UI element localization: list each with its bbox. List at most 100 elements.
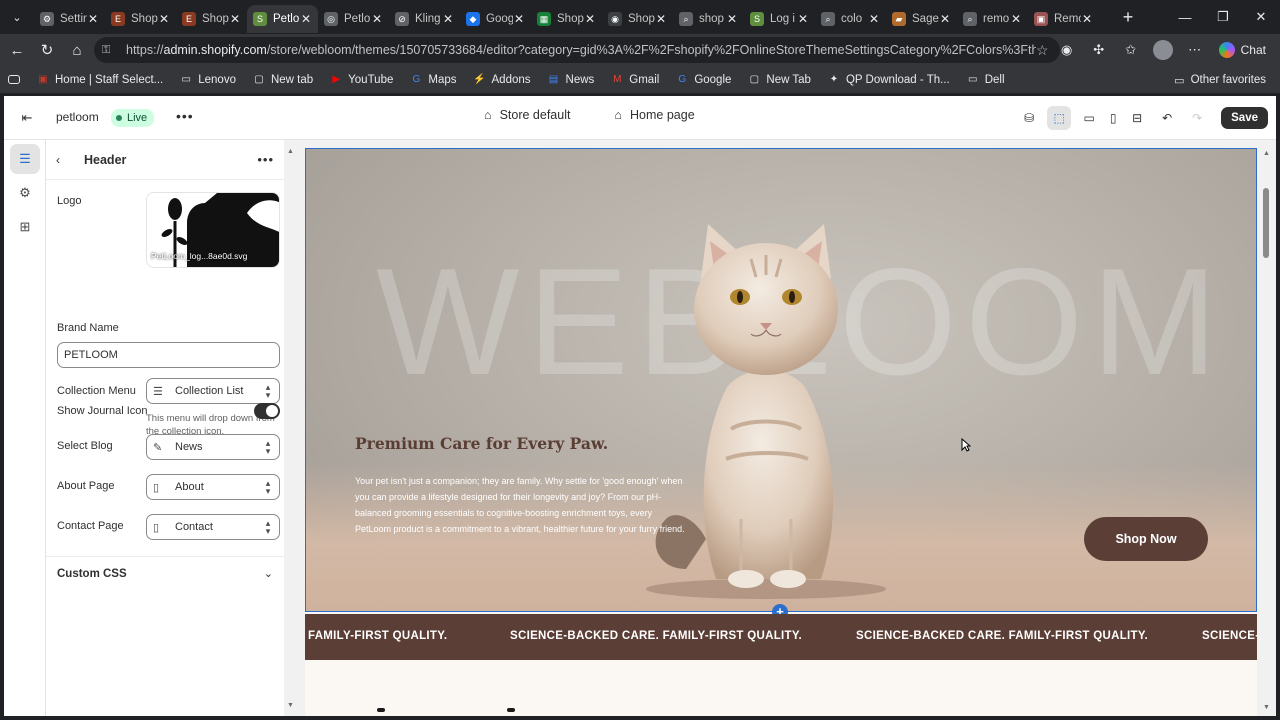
bookmark-item[interactable]: M Gmail xyxy=(602,73,667,87)
desktop-view-icon[interactable]: ▭ xyxy=(1077,106,1101,130)
extensions-icon[interactable]: ✣ xyxy=(1085,37,1113,63)
undo-icon[interactable]: ↶ xyxy=(1155,106,1179,130)
browser-tab[interactable]: ◆ Goog ✕ xyxy=(460,5,531,33)
mobile-view-icon[interactable]: ▯ xyxy=(1101,106,1125,130)
extension-color-icon[interactable]: ◉ xyxy=(1053,37,1081,63)
scroll-down-icon[interactable]: ▼ xyxy=(1263,704,1270,711)
scroll-up-icon[interactable]: ▲ xyxy=(287,148,294,155)
theme-actions-icon[interactable]: ••• xyxy=(176,108,194,124)
site-info-icon[interactable]: ⚿ xyxy=(102,44,118,57)
close-tab-icon[interactable]: ✕ xyxy=(87,12,99,26)
tab-search-icon[interactable]: ⌄ xyxy=(0,0,34,34)
fullwidth-view-icon[interactable]: ⊟ xyxy=(1125,106,1149,130)
close-tab-icon[interactable]: ✕ xyxy=(371,12,383,26)
browser-tab[interactable]: ▰ Sage ✕ xyxy=(886,5,957,33)
inspector-icon[interactable]: ⬚ xyxy=(1047,106,1072,130)
ai-assistant-icon[interactable]: ⛁ xyxy=(1017,106,1041,130)
journal-icon-toggle[interactable] xyxy=(254,403,280,419)
scroll-down-icon[interactable]: ▼ xyxy=(287,702,294,709)
bookmark-item[interactable]: ▭ Lenovo xyxy=(171,73,244,87)
next-section-peek xyxy=(305,660,1257,716)
tab-title: Petlo xyxy=(344,13,371,25)
exit-editor-icon[interactable]: ⇤ xyxy=(16,108,38,128)
bookmark-item[interactable]: ✦ QP Download - Th... xyxy=(819,73,958,87)
close-tab-icon[interactable]: ✕ xyxy=(1081,12,1093,26)
browser-tab[interactable]: E Shop ✕ xyxy=(176,5,247,33)
reload-button[interactable]: ↻ xyxy=(32,35,62,65)
minimize-button[interactable]: — xyxy=(1166,0,1204,34)
brand-name-input[interactable]: PETLOOM xyxy=(57,342,280,368)
browser-tab[interactable]: ⌕ colo ✕ xyxy=(815,5,886,33)
browser-tab[interactable]: ⌕ shop ✕ xyxy=(673,5,744,33)
browser-menu-icon[interactable]: ⋯ xyxy=(1181,37,1209,63)
bookmark-item[interactable]: ▣ Home | Staff Select... xyxy=(28,73,171,87)
favorites-icon[interactable]: ✩ xyxy=(1117,37,1145,63)
close-tab-icon[interactable]: ✕ xyxy=(655,12,667,26)
sections-icon[interactable]: ☰ xyxy=(10,144,40,174)
browser-tab[interactable]: ▦ Shop ✕ xyxy=(531,5,602,33)
close-tab-icon[interactable]: ✕ xyxy=(939,12,951,26)
new-tab-button[interactable]: + xyxy=(1111,7,1145,28)
apps-icon[interactable]: ⊞ xyxy=(10,212,40,242)
bookmark-item[interactable]: ⚡ Addons xyxy=(465,73,539,87)
close-tab-icon[interactable]: ✕ xyxy=(726,12,738,26)
shop-now-button[interactable]: Shop Now xyxy=(1084,517,1208,561)
address-bar[interactable]: ⚿ https://admin.shopify.com/store/webloo… xyxy=(94,37,1060,63)
bookmark-label: New tab xyxy=(270,73,314,86)
about-page-select[interactable]: ▯ About ▴ ▾ xyxy=(146,474,280,500)
browser-tab[interactable]: ◉ Shop ✕ xyxy=(602,5,673,33)
bookmark-item[interactable]: G Google xyxy=(667,73,739,87)
back-chevron-icon[interactable]: ‹ xyxy=(56,153,74,167)
browser-tab[interactable]: ▣ Remo✕ xyxy=(1028,5,1099,33)
panel-scrollbar[interactable]: ▲ ▼ xyxy=(286,148,294,712)
close-tab-icon[interactable]: ✕ xyxy=(584,12,596,26)
bookmark-item[interactable]: ▢ New Tab xyxy=(739,73,819,87)
profile-avatar[interactable] xyxy=(1149,37,1177,63)
browser-tab[interactable]: ⊘ Kling ✕ xyxy=(389,5,460,33)
favorite-star-icon[interactable]: ☆ xyxy=(1036,42,1052,59)
bookmark-item[interactable]: ▭ Dell xyxy=(958,73,1013,87)
close-tab-icon[interactable]: ✕ xyxy=(1010,12,1022,26)
redo-icon[interactable]: ↷ xyxy=(1185,106,1209,130)
copilot-chat-button[interactable]: Chat xyxy=(1213,37,1272,63)
close-tab-icon[interactable]: ✕ xyxy=(513,12,525,26)
browser-tab[interactable]: S Log i ✕ xyxy=(744,5,815,33)
close-tab-icon[interactable]: ✕ xyxy=(442,12,454,26)
bookmark-item[interactable]: G Maps xyxy=(401,73,464,87)
home-button[interactable]: ⌂ xyxy=(62,35,92,65)
hero-section[interactable]: WEBLOOM xyxy=(305,148,1257,612)
scroll-up-icon[interactable]: ▲ xyxy=(1263,150,1270,157)
tab-title: Log i xyxy=(770,13,795,25)
bookmark-item[interactable]: ▢ New tab xyxy=(244,73,321,87)
custom-css-accordion[interactable]: Custom CSS ⌄ xyxy=(46,556,284,590)
theme-settings-icon[interactable]: ⚙ xyxy=(10,178,40,208)
browser-tab[interactable]: E Shop ✕ xyxy=(105,5,176,33)
browser-tab[interactable]: ⚙ Settin ✕ xyxy=(34,5,105,33)
logo-picker[interactable]: PetLoom_log...8ae0d.svg xyxy=(146,192,280,268)
scrollbar-thumb[interactable] xyxy=(1263,188,1269,258)
more-options-icon[interactable]: ••• xyxy=(257,152,274,167)
contact-page-select[interactable]: ▯ Contact ▴ ▾ xyxy=(146,514,280,540)
bookmarks-sidebar-icon[interactable] xyxy=(0,75,28,84)
blog-select[interactable]: ✎ News ▴ ▾ xyxy=(146,434,280,460)
save-button[interactable]: Save xyxy=(1221,107,1268,129)
template-selector[interactable]: ⌂ Store default xyxy=(484,108,570,122)
close-tab-icon[interactable]: ✕ xyxy=(868,12,880,26)
back-button[interactable]: ← xyxy=(2,35,32,65)
browser-tab[interactable]: S Petlo ✕ xyxy=(247,5,318,33)
preview-scrollbar[interactable]: ▲ ▼ xyxy=(1260,148,1274,716)
browser-tab[interactable]: ◎ Petlo ✕ xyxy=(318,5,389,33)
browser-tab[interactable]: ⌕ remo ✕ xyxy=(957,5,1028,33)
close-tab-icon[interactable]: ✕ xyxy=(158,12,170,26)
close-window-button[interactable]: ✕ xyxy=(1242,0,1280,34)
close-tab-icon[interactable]: ✕ xyxy=(229,12,241,26)
bookmark-item[interactable]: ▶ YouTube xyxy=(321,73,401,87)
restore-button[interactable]: ❐ xyxy=(1204,0,1242,34)
other-favorites[interactable]: ▭ Other favorites xyxy=(1174,66,1266,94)
close-tab-icon[interactable]: ✕ xyxy=(797,12,809,26)
brand-name-setting: Brand Name xyxy=(57,322,279,334)
close-tab-icon[interactable]: ✕ xyxy=(300,12,312,26)
collection-menu-select[interactable]: ☰ Collection List ▴ ▾ xyxy=(146,378,280,404)
bookmark-item[interactable]: ▤ News xyxy=(539,73,603,87)
page-selector[interactable]: ⌂ Home page xyxy=(614,108,694,122)
